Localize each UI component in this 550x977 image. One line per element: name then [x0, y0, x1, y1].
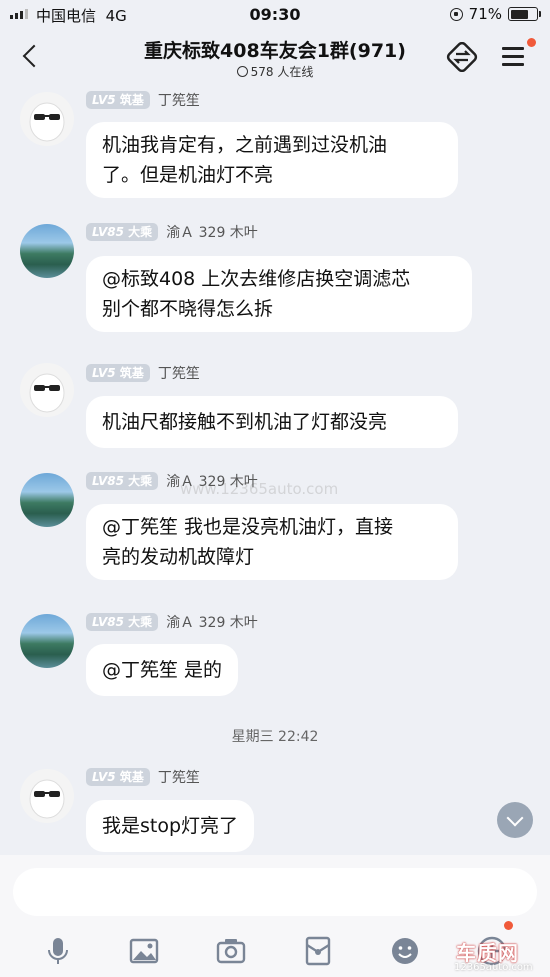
message-text: @丁筅笙 我也是没亮机油灯，直接	[102, 516, 394, 538]
chat-timestamp: 星期三 22:42	[231, 729, 319, 745]
camera-icon[interactable]	[215, 935, 247, 967]
image-icon[interactable]	[128, 935, 160, 967]
site-logo-watermark: 车质网 12365auto.com	[448, 921, 548, 977]
message-bubble[interactable]: 机油尺都接触不到机油了灯都没亮	[86, 396, 458, 448]
group-switch-icon[interactable]	[445, 42, 479, 72]
level-badge: LV5 筑基	[86, 768, 150, 786]
message-bubble[interactable]: 我是stop灯亮了	[86, 800, 255, 852]
menu-icon[interactable]	[500, 38, 536, 72]
lake-landscape-avatar[interactable]	[20, 224, 74, 278]
online-icon	[236, 66, 248, 77]
message-text: 了。但是机油灯不亮	[102, 164, 274, 186]
lake-landscape-avatar[interactable]	[20, 473, 74, 527]
level-badge: LV85 大乘	[86, 472, 159, 490]
scroll-to-bottom-button[interactable]	[497, 802, 533, 838]
ghost-cartoon-avatar[interactable]	[20, 92, 74, 146]
battery-percent: 71%	[468, 5, 502, 23]
level-badge: LV5 筑基	[86, 364, 150, 382]
level-badge: LV5 筑基	[86, 91, 150, 109]
sender-name: 渝Ａ 329 木叶	[166, 225, 258, 241]
sender-name: 丁筅笙	[157, 93, 200, 109]
battery-icon	[508, 7, 541, 21]
chat-header: 重庆标致408车友会1群(971) 578 人在线	[0, 30, 550, 86]
message-text: 机油我肯定有，之前遇到过没机油	[102, 134, 388, 156]
level-badge: LV85 大乘	[86, 223, 159, 241]
sender-name: 渝Ａ 329 木叶	[166, 615, 258, 631]
message-text: 别个都不晓得怎么拆	[102, 298, 274, 320]
emoji-icon[interactable]	[389, 935, 421, 967]
status-bar: 中国电信 4G 09:30 71%	[0, 0, 550, 30]
message-bubble[interactable]: @丁筅笙 是的	[86, 644, 239, 696]
notification-dot	[527, 38, 536, 47]
notification-dot	[504, 921, 513, 930]
message-text: 我是stop灯亮了	[102, 815, 239, 837]
level-badge: LV85 大乘	[86, 613, 159, 631]
message-bubble[interactable]: 机油我肯定有，之前遇到过没机油 了。但是机油灯不亮	[86, 122, 458, 198]
message-text: @丁筅笙 是的	[102, 659, 223, 681]
message-bubble[interactable]: @丁筅笙 我也是没亮机油灯，直接 亮的发动机故障灯	[86, 504, 458, 580]
message-text: @标致408 上次去维修店换空调滤芯	[102, 268, 411, 290]
mic-icon[interactable]	[42, 935, 74, 967]
ghost-cartoon-avatar[interactable]	[20, 363, 74, 417]
message-input[interactable]	[13, 868, 537, 916]
sender-name: 丁筅笙	[157, 770, 200, 786]
message-text: 亮的发动机故障灯	[102, 546, 255, 568]
ghost-cartoon-avatar[interactable]	[20, 769, 74, 823]
message-bubble[interactable]: @标致408 上次去维修店换空调滤芯 别个都不晓得怎么拆	[86, 256, 472, 332]
lake-landscape-avatar[interactable]	[20, 614, 74, 668]
message-text: 机油尺都接触不到机油了灯都没亮	[102, 411, 388, 433]
sender-name: 渝Ａ 329 木叶	[166, 474, 258, 490]
rotation-lock-icon	[449, 7, 463, 21]
sender-name: 丁筅笙	[157, 366, 200, 382]
red-packet-icon[interactable]	[302, 935, 334, 967]
